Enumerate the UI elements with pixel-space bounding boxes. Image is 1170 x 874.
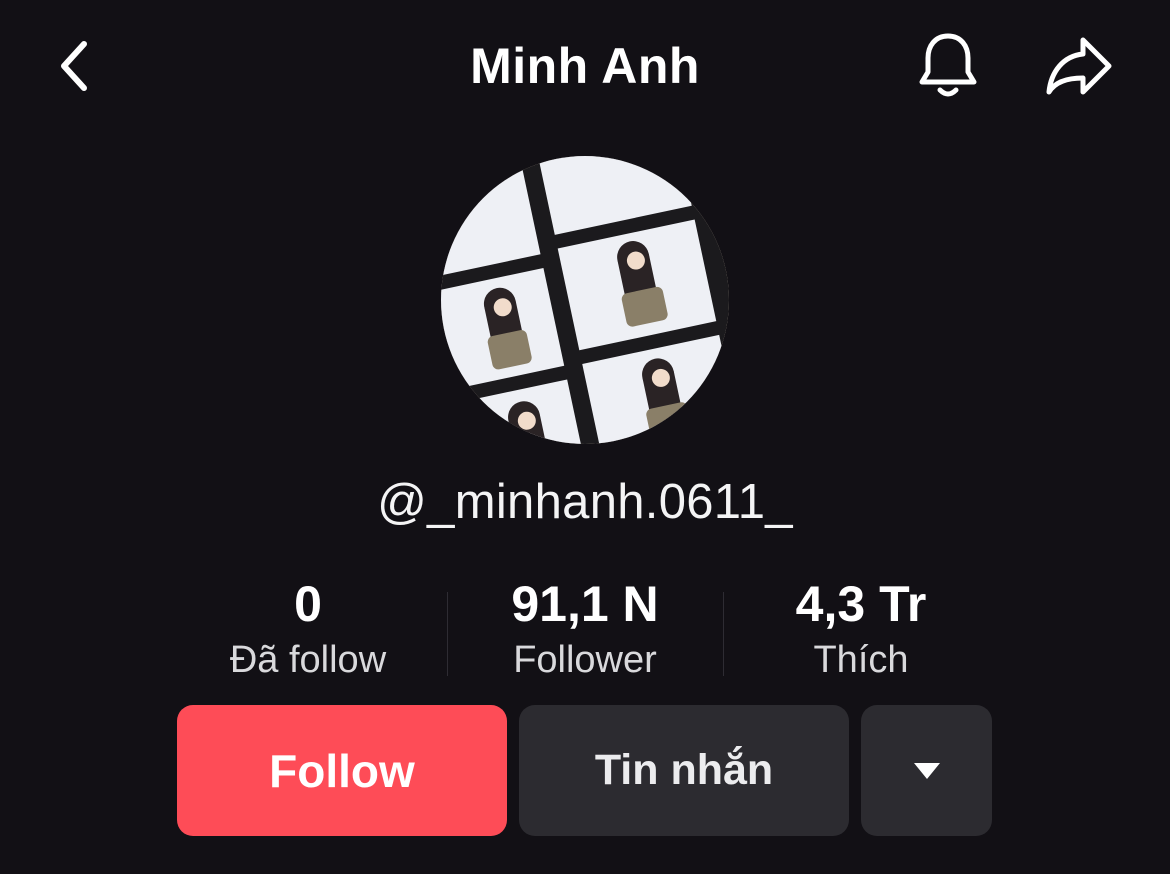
stat-followers[interactable]: 91,1 N Follower bbox=[447, 572, 723, 684]
profile-header: Minh Anh bbox=[0, 0, 1170, 135]
stat-following[interactable]: 0 Đã follow bbox=[170, 572, 446, 684]
avatar[interactable] bbox=[441, 156, 729, 444]
more-options-button[interactable] bbox=[861, 705, 992, 836]
followers-count: 91,1 N bbox=[511, 576, 659, 632]
avatar-photo bbox=[441, 156, 729, 444]
bell-icon bbox=[919, 33, 977, 97]
message-button[interactable]: Tin nhắn bbox=[519, 705, 849, 836]
share-arrow-icon bbox=[1046, 37, 1112, 95]
following-count: 0 bbox=[294, 576, 322, 632]
profile-stats: 0 Đã follow 91,1 N Follower 4,3 Tr Thích bbox=[170, 572, 1000, 692]
notification-button[interactable] bbox=[910, 28, 986, 104]
back-button[interactable] bbox=[46, 34, 102, 98]
caret-down-icon bbox=[913, 762, 940, 779]
likes-label: Thích bbox=[813, 639, 909, 681]
chevron-left-icon bbox=[61, 41, 87, 91]
following-label: Đã follow bbox=[229, 639, 387, 681]
likes-count: 4,3 Tr bbox=[795, 576, 927, 632]
share-button[interactable] bbox=[1038, 28, 1120, 104]
username: @_minhanh.0611_ bbox=[377, 475, 793, 529]
stat-likes[interactable]: 4,3 Tr Thích bbox=[723, 572, 999, 684]
page-title: Minh Anh bbox=[470, 38, 700, 94]
followers-label: Follower bbox=[513, 639, 657, 681]
follow-button[interactable]: Follow bbox=[177, 705, 507, 836]
